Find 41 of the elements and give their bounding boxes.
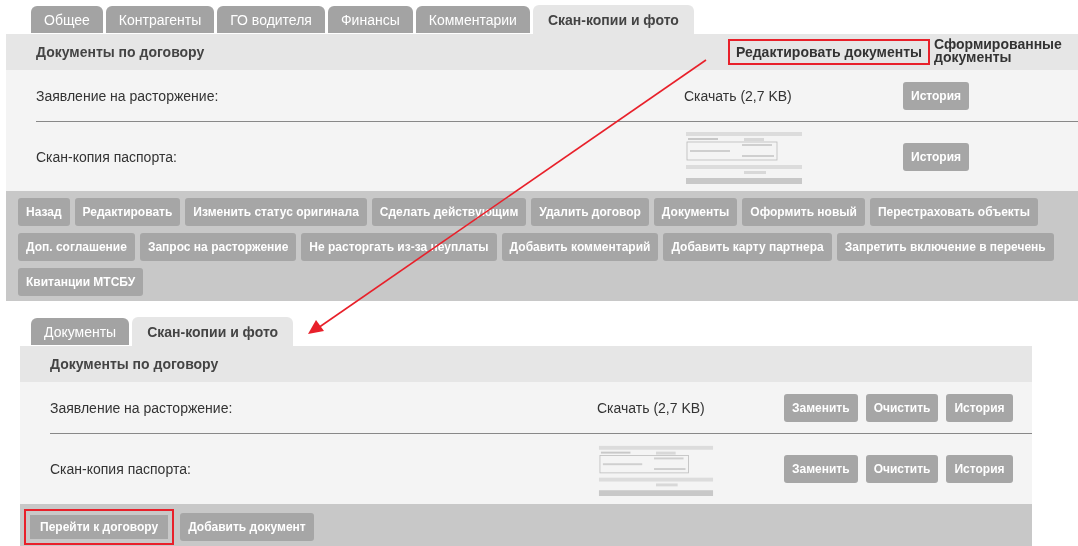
action-button[interactable]: Оформить новый xyxy=(742,198,865,226)
download-link[interactable]: Скачать (2,7 KB) xyxy=(684,87,792,104)
tab[interactable]: Скан-копии и фото xyxy=(532,5,694,34)
tab[interactable]: Скан-копии и фото xyxy=(132,317,294,346)
action-button[interactable]: Добавить документ xyxy=(180,513,314,541)
tab[interactable]: Контрагенты xyxy=(105,6,215,33)
row-button[interactable]: История xyxy=(946,393,1013,422)
document-name: Заявление на расторжение: xyxy=(50,399,234,416)
action-button[interactable]: Документы xyxy=(653,198,738,226)
action-button[interactable]: Доп. соглашение xyxy=(18,233,135,261)
document-name: Скан-копия паспорта: xyxy=(36,148,178,165)
header-link[interactable]: Сформированные документы xyxy=(928,34,1078,64)
action-button[interactable]: Изменить статус оригинала xyxy=(185,198,367,226)
tab[interactable]: Комментарии xyxy=(415,6,530,33)
action-button[interactable]: Перестраховать объекты xyxy=(869,198,1038,226)
header-link[interactable]: Редактировать документы xyxy=(729,41,928,63)
row-button[interactable]: История xyxy=(903,142,970,171)
section-title: Документы по договору xyxy=(36,44,206,60)
tab[interactable]: Документы xyxy=(31,318,130,345)
tab[interactable]: Общее xyxy=(31,6,103,33)
download-link[interactable]: Скачать (2,7 KB) xyxy=(597,399,705,416)
action-button[interactable]: Квитанции МТСБУ xyxy=(18,268,144,296)
action-button[interactable]: Добавить карту партнера xyxy=(663,233,832,261)
row-button[interactable]: История xyxy=(946,455,1013,483)
action-button[interactable]: Редактировать xyxy=(74,198,181,226)
action-button[interactable]: Перейти к договору xyxy=(24,509,175,545)
document-name: Заявление на расторжение: xyxy=(36,87,220,104)
row-button[interactable]: Очистить xyxy=(865,455,939,483)
section-title: Документы по договору xyxy=(50,356,220,372)
tab[interactable]: Финансы xyxy=(327,6,413,33)
row-button[interactable]: Очистить xyxy=(865,393,939,422)
action-button[interactable]: Запрос на расторжение xyxy=(139,233,297,261)
document-name: Скан-копия паспорта: xyxy=(50,461,192,477)
row-button[interactable]: Заменить xyxy=(784,393,858,422)
action-button[interactable]: Удалить договор xyxy=(531,198,649,226)
row-button[interactable]: История xyxy=(903,81,970,110)
action-button[interactable]: Добавить комментарий xyxy=(501,233,659,261)
action-button[interactable]: Запретить включение в перечень xyxy=(836,233,1054,261)
row-button[interactable]: Заменить xyxy=(784,455,858,483)
tab[interactable]: ГО водителя xyxy=(217,6,325,33)
action-button[interactable]: Назад xyxy=(18,198,70,226)
